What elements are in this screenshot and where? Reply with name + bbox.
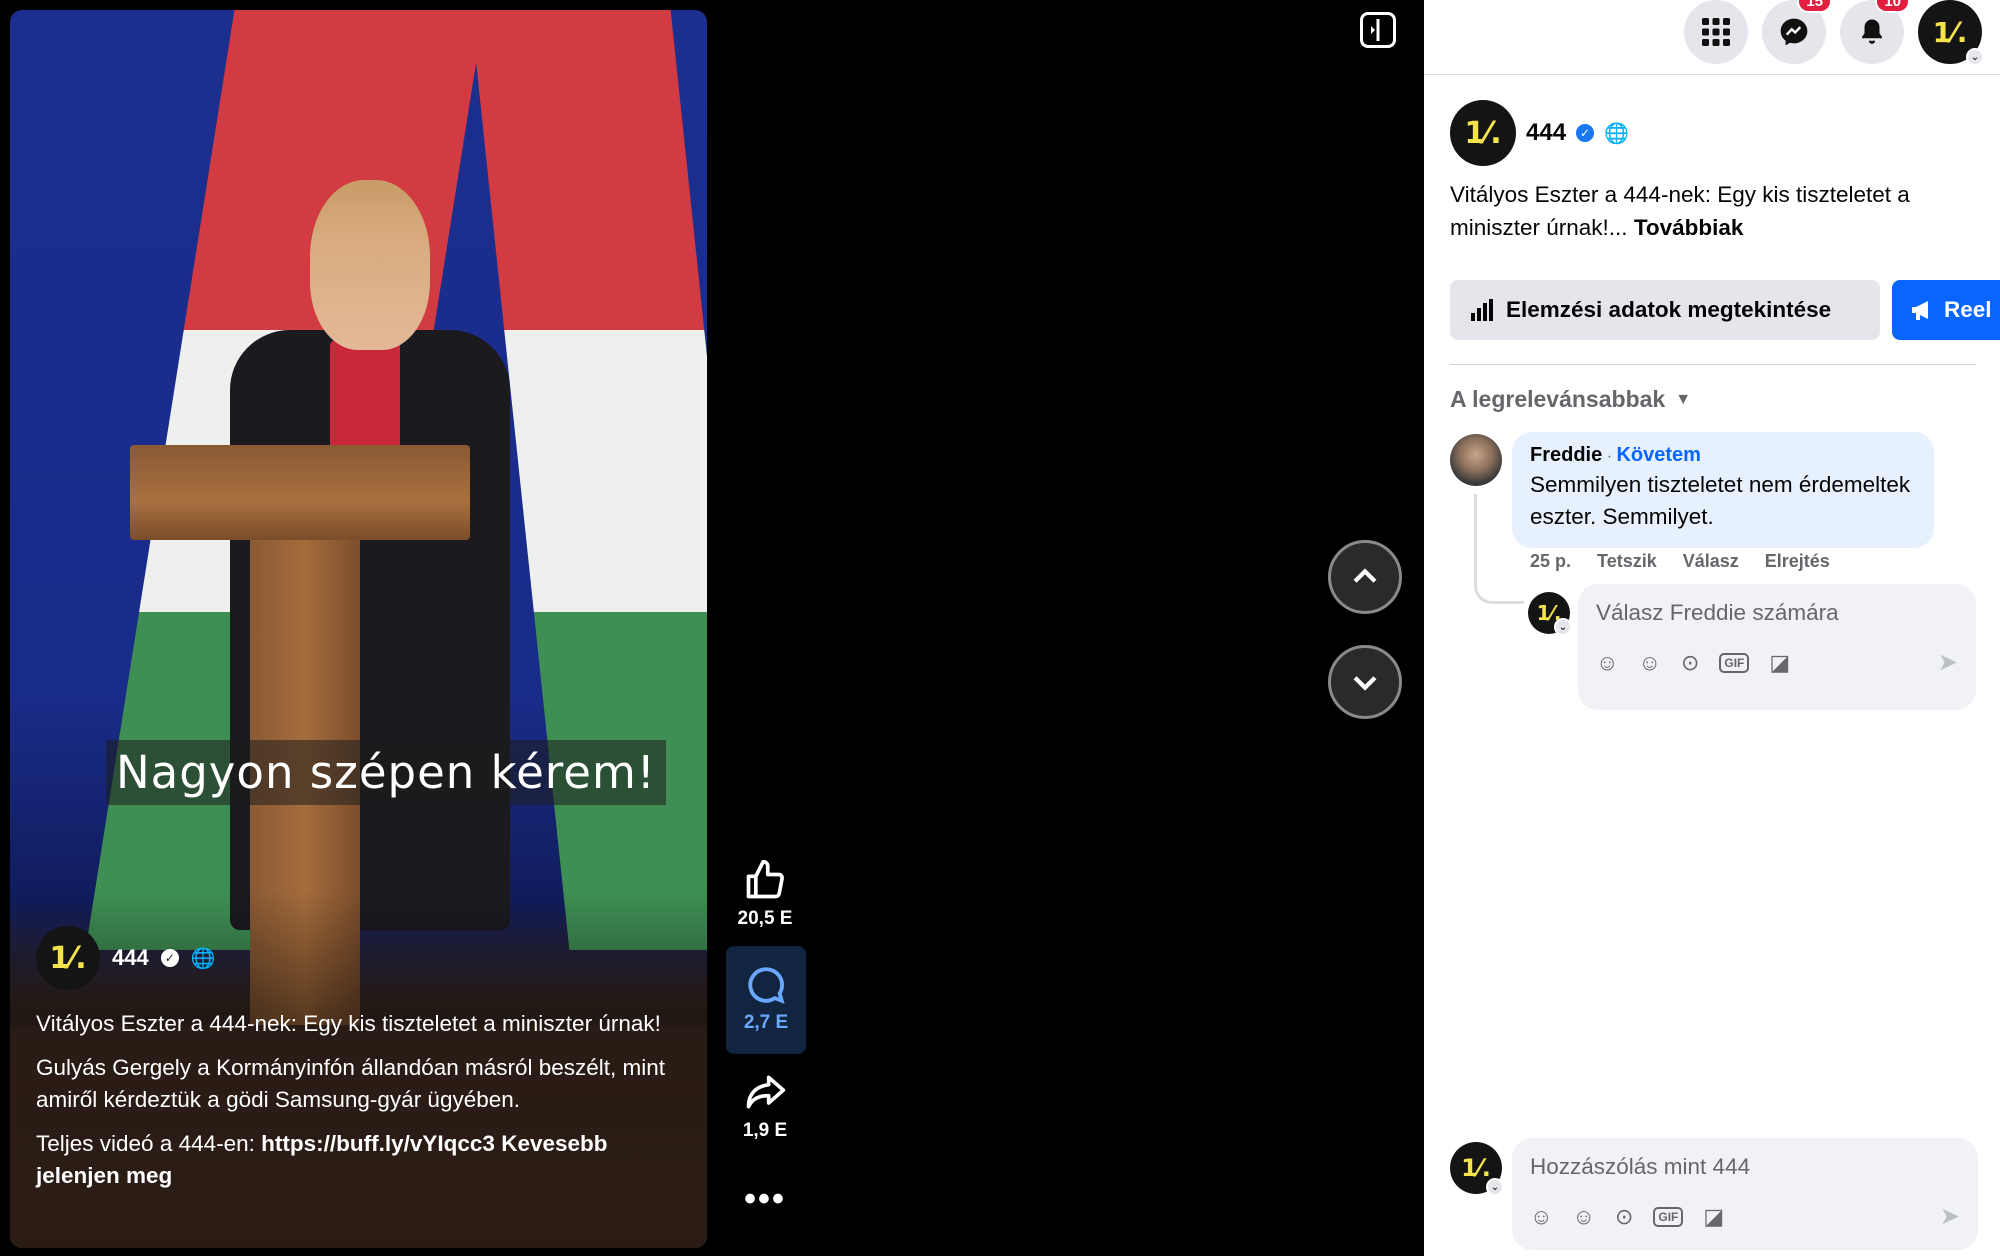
share-button[interactable]: 1,9 E	[725, 1070, 805, 1142]
view-insights-button[interactable]: Elemzési adatok megtekintése	[1450, 280, 1880, 340]
comment-toolbar: ☺ ☺ ⊙ GIF ◪ ➤	[1530, 1202, 1960, 1231]
reel-video[interactable]: Nagyon szépen kérem! 1⁄. 444 ✓ 🌐 Vitályo…	[10, 10, 707, 1248]
app-root: Nagyon szépen kérem! 1⁄. 444 ✓ 🌐 Vitályo…	[0, 0, 2000, 1256]
podium-top	[130, 445, 470, 540]
comment-bubble: Freddie · Követem Semmilyen tiszteletet …	[1512, 432, 1934, 548]
composer-avatar-logo: 1⁄.	[1461, 1154, 1491, 1182]
see-more-link[interactable]: Továbbiak	[1628, 215, 1744, 240]
composer-avatar: 1⁄. ⌄	[1450, 1142, 1504, 1196]
more-options-button[interactable]: •••	[725, 1180, 805, 1219]
sticker-icon[interactable]: ◪	[1703, 1204, 1724, 1230]
verified-icon: ✓	[1576, 124, 1595, 142]
like-count: 20,5 E	[737, 908, 793, 929]
comment-placeholder: Hozzászólás mint 444	[1530, 1154, 1751, 1179]
speaker-shirt	[330, 340, 400, 460]
comment-header: Freddie · Követem	[1530, 444, 1916, 467]
menu-grid-icon[interactable]	[1684, 0, 1748, 64]
messenger-badge: 15	[1797, 0, 1832, 13]
collapse-panel-icon[interactable]	[1360, 12, 1396, 48]
reply-placeholder: Válasz Freddie számára	[1596, 600, 1839, 625]
messenger-icon[interactable]: 15	[1762, 0, 1832, 64]
account-logo: 1⁄.	[1932, 15, 1968, 49]
page-name[interactable]: 444	[1526, 119, 1566, 147]
send-icon[interactable]: ➤	[1938, 648, 1958, 677]
author-avatar[interactable]: 1⁄.	[36, 926, 100, 990]
avatar-sticker-icon[interactable]: ☺	[1530, 1204, 1552, 1230]
gif-icon[interactable]: GIF	[1719, 652, 1750, 673]
account-avatar[interactable]: 1⁄. ⌄	[1918, 0, 1984, 66]
chevron-down-icon	[1353, 676, 1377, 691]
thumbs-up-icon	[746, 859, 784, 899]
speaker-head	[310, 180, 430, 350]
author-name[interactable]: 444	[112, 945, 149, 971]
description-title: Vitályos Eszter a 444-nek: Egy kis tiszt…	[36, 1011, 661, 1036]
previous-reel-button[interactable]	[1328, 540, 1402, 614]
notifications-badge: 10	[1875, 0, 1910, 13]
megaphone-icon	[1912, 301, 1928, 320]
reply-comment-link[interactable]: Válasz	[1683, 551, 1739, 572]
comment-actions: 25 p. Tetszik Válasz Elrejtés	[1530, 551, 1830, 572]
comments-panel: 15 10 1⁄. ⌄ 1⁄. 444 ✓ 🌐 Vitályos Eszter …	[1424, 0, 2000, 1256]
video-subtitle: Nagyon szépen kérem!	[106, 740, 666, 805]
account-chevron-icon: ⌄	[1966, 48, 1984, 66]
comment-button[interactable]: 2,7 E	[726, 946, 806, 1054]
caret-down-icon: ▼	[1675, 390, 1692, 408]
reel-viewer: Nagyon szépen kérem! 1⁄. 444 ✓ 🌐 Vitályo…	[0, 0, 1424, 1256]
video-author[interactable]: 1⁄. 444 ✓ 🌐	[36, 926, 216, 990]
page-avatar[interactable]: 1⁄.	[1450, 100, 1516, 166]
share-count: 1,9 E	[742, 1120, 788, 1141]
post-header: 1⁄. 444 ✓ 🌐	[1450, 100, 1629, 166]
hide-comment-link[interactable]: Elrejtés	[1765, 551, 1830, 572]
bar-chart-icon	[1471, 299, 1493, 321]
comment-icon	[748, 967, 785, 1004]
chevron-down-icon: ⌄	[1486, 1178, 1504, 1196]
globe-icon: 🌐	[1604, 122, 1629, 145]
description-link-line: Teljes videó a 444-en: https://buff.ly/v…	[36, 1128, 686, 1192]
top-bar: 15 10 1⁄. ⌄	[1424, 0, 2000, 75]
globe-icon: 🌐	[190, 947, 216, 970]
emoji-icon[interactable]: ☺	[1572, 1204, 1594, 1230]
emoji-icon[interactable]: ☺	[1638, 650, 1660, 676]
like-comment-link[interactable]: Tetszik	[1597, 551, 1657, 572]
boost-reel-label: Reel	[1944, 297, 1992, 322]
sticker-icon[interactable]: ◪	[1769, 650, 1790, 676]
reply-toolbar: ☺ ☺ ⊙ GIF ◪ ➤	[1596, 648, 1958, 677]
comment-count: 2,7 E	[743, 1012, 789, 1033]
boost-reel-button[interactable]: Reel	[1892, 280, 2000, 340]
follow-link[interactable]: Követem	[1616, 444, 1700, 466]
comment-input[interactable]: Hozzászólás mint 444 ☺ ☺ ⊙ GIF ◪ ➤	[1512, 1138, 1978, 1250]
reply-input[interactable]: Válasz Freddie számára ☺ ☺ ⊙ GIF ◪ ➤	[1578, 584, 1976, 710]
camera-icon[interactable]: ⊙	[1615, 1204, 1633, 1230]
like-button[interactable]: 20,5 E	[725, 858, 805, 930]
sort-label: A legrelevánsabbak	[1450, 386, 1666, 412]
description-body: Gulyás Gergely a Kormányinfón állandóan …	[36, 1055, 666, 1112]
divider	[1450, 364, 1976, 365]
comment-time[interactable]: 25 p.	[1530, 551, 1571, 572]
comment-text: Semmilyen tiszteletet nem érdemeltek esz…	[1530, 472, 1911, 529]
video-link[interactable]: https://buff.ly/vYIqcc3	[261, 1131, 495, 1156]
view-insights-label: Elemzési adatok megtekintése	[1506, 297, 1832, 322]
link-prefix: Teljes videó a 444-en:	[36, 1131, 262, 1156]
notifications-icon[interactable]: 10	[1840, 0, 1910, 64]
comment-sort-dropdown[interactable]: A legrelevánsabbak ▼	[1450, 386, 1691, 413]
comment-author[interactable]: Freddie	[1530, 444, 1602, 466]
reply-avatar: 1⁄. ⌄	[1528, 592, 1572, 636]
gif-icon[interactable]: GIF	[1653, 1206, 1684, 1227]
camera-icon[interactable]: ⊙	[1681, 650, 1699, 676]
chevron-down-icon: ⌄	[1554, 618, 1572, 636]
commenter-avatar[interactable]	[1450, 434, 1502, 486]
next-reel-button[interactable]	[1328, 645, 1402, 719]
video-description: Vitályos Eszter a 444-nek: Egy kis tiszt…	[36, 1008, 686, 1204]
chevron-up-icon	[1353, 568, 1377, 583]
avatar-sticker-icon[interactable]: ☺	[1596, 650, 1618, 676]
send-icon[interactable]: ➤	[1940, 1202, 1960, 1231]
post-text: Vitályos Eszter a 444-nek: Egy kis tiszt…	[1450, 178, 1980, 244]
share-icon	[746, 1075, 786, 1109]
verified-icon: ✓	[160, 949, 179, 967]
